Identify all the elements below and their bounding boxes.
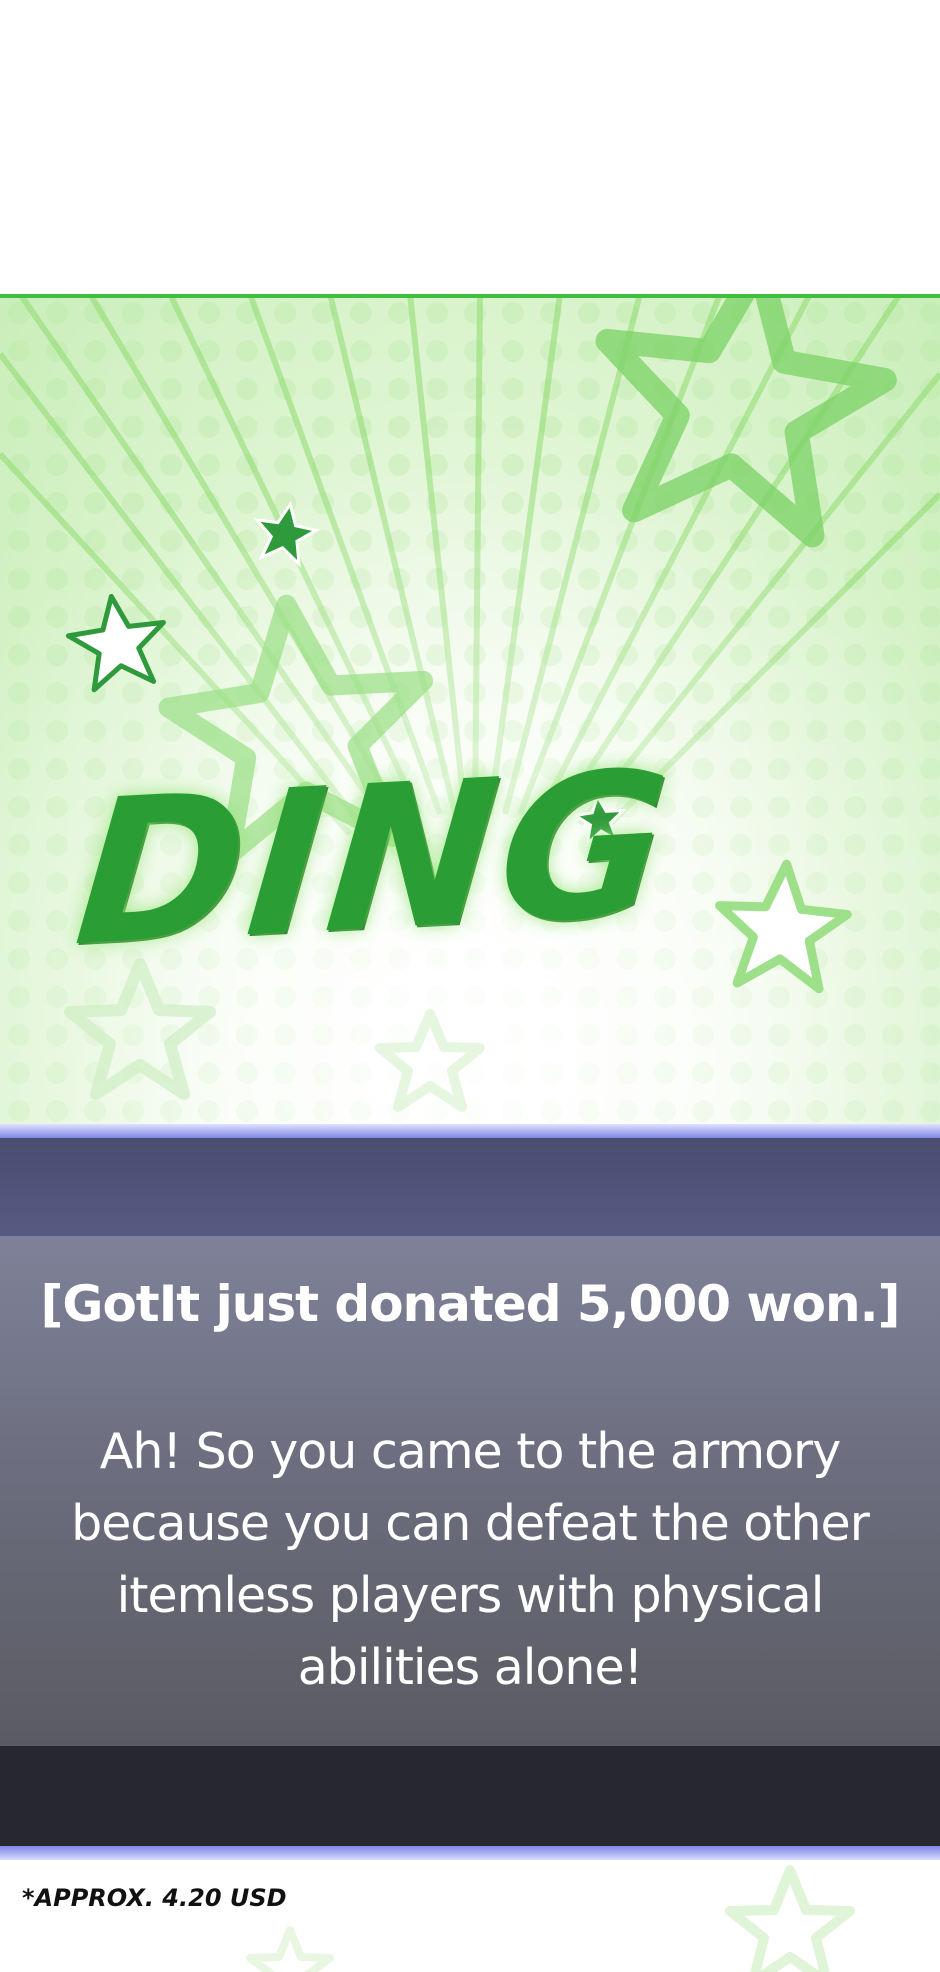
dialog-footer-bar xyxy=(0,1746,940,1846)
star-outline-icon xyxy=(725,1865,855,1972)
bottom-background xyxy=(246,1865,855,1972)
panel-top-border xyxy=(0,294,940,298)
dialog-message: Ah! So you came to the armory because yo… xyxy=(71,1423,870,1696)
page-top-blank xyxy=(0,0,940,294)
star-outline-icon xyxy=(246,1926,334,1972)
comic-panel xyxy=(0,294,940,1124)
bottom-panel-edge xyxy=(0,1860,940,1972)
sound-effect-text: DING xyxy=(68,727,681,992)
dialog-top-glow xyxy=(0,1124,940,1138)
donation-notice: [GotIt just donated 5,000 won.] xyxy=(40,1275,901,1333)
dialog-bottom-glow xyxy=(0,1846,940,1860)
donation-dialog: [GotIt just donated 5,000 won.] Ah! So y… xyxy=(0,1124,940,1864)
dialog-header-bar xyxy=(0,1138,940,1236)
sunburst-background xyxy=(0,294,940,1124)
currency-footnote: *APPROX. 4.20 USD xyxy=(22,1884,287,1912)
